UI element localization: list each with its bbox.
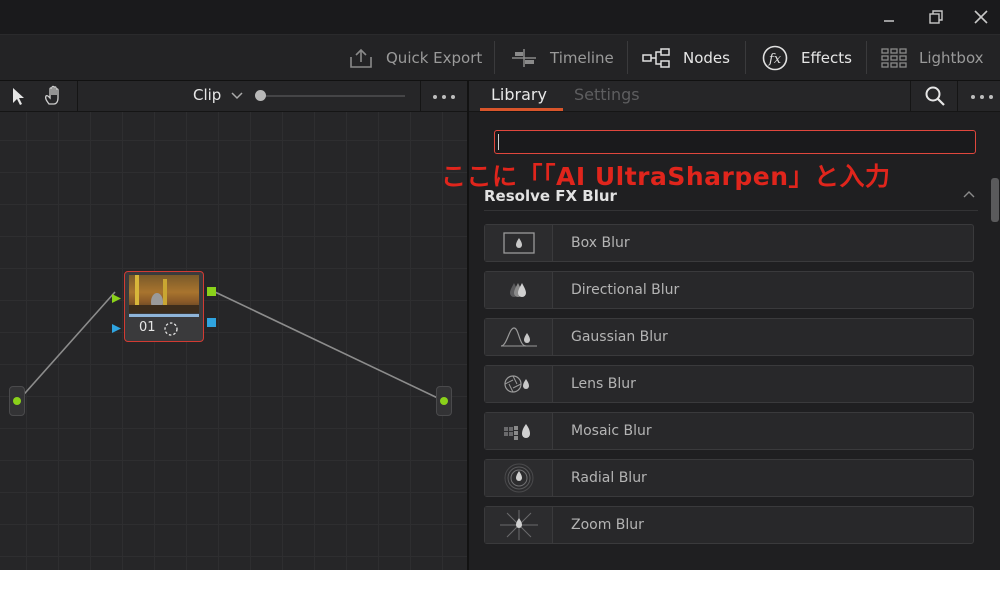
resolve-window: Quick Export Timeline Nodes fx Effects L… (0, 0, 1000, 570)
lens-blur-icon (485, 366, 553, 402)
node-connections (17, 291, 445, 402)
active-tab-indicator (480, 108, 563, 111)
section-divider (484, 210, 978, 211)
effects-button[interactable]: fx Effects (761, 35, 852, 80)
mosaic-blur-icon (485, 413, 553, 449)
timeline-button[interactable]: Timeline (510, 35, 614, 80)
effect-item-lens-blur[interactable]: Lens Blur (484, 365, 974, 403)
lightbox-button[interactable]: Lightbox (881, 35, 984, 80)
effect-label: Directional Blur (571, 282, 680, 298)
node-cache-icon (163, 321, 179, 341)
lightbox-label: Lightbox (919, 48, 984, 67)
node-thumbnail (129, 275, 199, 313)
corrector-node-01[interactable]: 01 (124, 271, 204, 342)
tab-settings[interactable]: Settings (574, 85, 640, 104)
text-caret (498, 134, 499, 150)
effect-label: Gaussian Blur (571, 329, 668, 345)
library-scrollbar[interactable] (991, 178, 999, 222)
radial-blur-icon (485, 460, 553, 496)
zoom-blur-icon (485, 507, 553, 543)
effect-label: Radial Blur (571, 470, 647, 486)
chevron-up-icon[interactable] (962, 187, 976, 203)
nodes-label: Nodes (683, 48, 730, 67)
effect-label: Lens Blur (571, 376, 636, 392)
more-options-icon[interactable] (970, 89, 996, 108)
timeline-label: Timeline (550, 48, 614, 67)
timeline-icon (510, 47, 538, 69)
minimize-icon[interactable] (878, 6, 900, 28)
effect-label: Zoom Blur (571, 517, 644, 533)
effect-item-radial-blur[interactable]: Radial Blur (484, 459, 974, 497)
header-divider (910, 81, 911, 111)
effects-panel-header: Library Settings (469, 81, 1000, 112)
directional-blur-icon (485, 272, 553, 308)
rgb-output-port[interactable] (207, 287, 216, 296)
effect-item-box-blur[interactable]: Box Blur (484, 224, 974, 262)
tab-library[interactable]: Library (491, 85, 547, 104)
effects-search-input[interactable] (494, 130, 976, 154)
alpha-input-port[interactable] (112, 318, 121, 333)
restore-icon[interactable] (924, 6, 946, 28)
effect-item-zoom-blur[interactable]: Zoom Blur (484, 506, 974, 544)
search-icon[interactable] (924, 85, 946, 111)
toolbar-divider (745, 41, 746, 74)
header-divider (957, 81, 958, 111)
toolbar-divider (627, 41, 628, 74)
output-endpoint[interactable] (436, 386, 452, 416)
effect-item-mosaic-blur[interactable]: Mosaic Blur (484, 412, 974, 450)
effect-label: Box Blur (571, 235, 630, 251)
effect-item-gaussian-blur[interactable]: Gaussian Blur (484, 318, 974, 356)
svg-text:fx: fx (768, 52, 782, 67)
effects-label: Effects (801, 48, 852, 67)
nodes-button[interactable]: Nodes (641, 35, 730, 80)
gaussian-blur-icon (485, 319, 553, 355)
fx-icon: fx (761, 44, 789, 72)
node-progress-bar (129, 314, 199, 317)
effect-item-directional-blur[interactable]: Directional Blur (484, 271, 974, 309)
nodes-icon (641, 47, 671, 69)
toolbar-divider (866, 41, 867, 74)
close-icon[interactable] (970, 6, 992, 28)
alpha-output-port[interactable] (207, 318, 216, 327)
box-blur-icon (485, 225, 553, 261)
input-endpoint[interactable] (9, 386, 25, 416)
rgb-input-port[interactable] (112, 288, 121, 303)
node-number: 01 (139, 320, 156, 335)
lightbox-icon (881, 47, 907, 69)
effect-label: Mosaic Blur (571, 423, 652, 439)
toolbar-divider (494, 41, 495, 74)
instruction-annotation: ここに「「AI UltraSharpen」と入力 (441, 162, 891, 191)
